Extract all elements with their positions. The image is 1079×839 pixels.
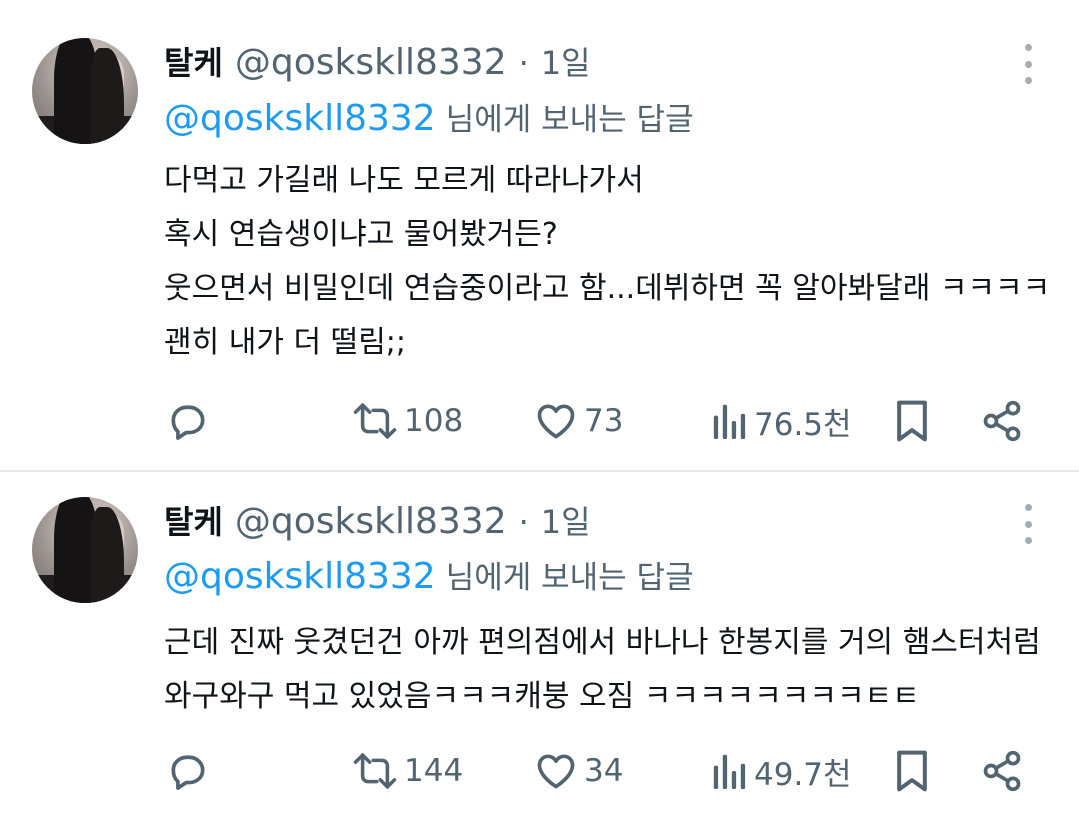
tweet-text-line: 웃으면서 비밀인데 연습중이라고 함...데뷔하면 꼭 알아봐달래 ㅋㅋㅋㅋ xyxy=(164,271,1051,306)
retweet-count: 144 xyxy=(404,753,464,789)
avatar[interactable] xyxy=(32,38,138,144)
like-count: 34 xyxy=(584,753,624,789)
more-vertical-icon[interactable] xyxy=(1018,504,1038,544)
share-icon xyxy=(983,400,1021,442)
tweet[interactable]: 탈케 @qoskskll8332 · 1일 @qoskskll8332 님에게 … xyxy=(0,474,1079,839)
reply-context-label: 님에게 보내는 답글 xyxy=(445,560,694,596)
reply-context: @qoskskll8332 님에게 보내는 답글 xyxy=(164,552,694,597)
heart-icon xyxy=(537,404,575,439)
more-vertical-icon[interactable] xyxy=(1018,44,1038,84)
action-bar: 144 34 49.7천 xyxy=(0,746,1079,796)
reply-context-label: 님에게 보내는 답글 xyxy=(445,102,694,138)
bookmark-icon xyxy=(897,750,927,792)
display-name[interactable]: 탈케 xyxy=(164,38,223,84)
view-count: 76.5천 xyxy=(754,406,852,443)
tweet-text-line: 와구와구 먹고 있었음ㅋㅋㅋ캐붕 오짐 ㅋㅋㅋㅋㅋㅋㅋㅋㅌㅌ xyxy=(164,679,920,714)
tweet-text: 다먹고 가길래 나도 모르게 따라나가서 혹시 연습생이냐고 물어봤거든? 웃으… xyxy=(164,154,1054,370)
tweet-text-line: 다먹고 가길래 나도 모르게 따라나가서 xyxy=(164,163,644,198)
separator: · xyxy=(518,503,529,541)
heart-icon xyxy=(537,754,575,789)
reply-icon xyxy=(171,755,205,790)
like-button[interactable]: 34 xyxy=(534,746,623,796)
bookmark-icon xyxy=(897,400,927,442)
retweet-button[interactable]: 108 xyxy=(352,396,463,446)
share-button[interactable] xyxy=(980,746,1024,796)
share-icon xyxy=(983,750,1021,792)
views-button[interactable]: 76.5천 xyxy=(712,396,852,446)
user-handle[interactable]: @qoskskll8332 xyxy=(235,42,507,83)
retweet-button[interactable]: 144 xyxy=(352,746,463,796)
avatar[interactable] xyxy=(32,497,138,603)
reply-button[interactable] xyxy=(166,396,210,446)
views-button[interactable]: 49.7천 xyxy=(712,746,852,796)
reply-button[interactable] xyxy=(166,746,210,796)
tweet-header: 탈케 @qoskskll8332 · 1일 xyxy=(164,38,591,83)
separator: · xyxy=(518,44,529,82)
view-count: 49.7천 xyxy=(754,756,852,793)
display-name[interactable]: 탈케 xyxy=(164,497,223,543)
views-icon xyxy=(713,754,746,789)
like-button[interactable]: 73 xyxy=(534,396,623,446)
reply-icon xyxy=(171,405,205,440)
retweet-count: 108 xyxy=(404,403,464,439)
action-bar: 108 73 76.5천 xyxy=(0,396,1079,446)
tweet-text-line: 혹시 연습생이냐고 물어봤거든? xyxy=(164,217,558,252)
bookmark-button[interactable] xyxy=(892,396,932,446)
tweet-header: 탈케 @qoskskll8332 · 1일 xyxy=(164,497,591,542)
user-handle[interactable]: @qoskskll8332 xyxy=(235,501,507,542)
reply-mention-link[interactable]: @qoskskll8332 xyxy=(164,98,436,139)
retweet-icon xyxy=(353,403,397,439)
like-count: 73 xyxy=(584,403,624,439)
bookmark-button[interactable] xyxy=(892,746,932,796)
timestamp[interactable]: 1일 xyxy=(541,38,591,84)
reply-mention-link[interactable]: @qoskskll8332 xyxy=(164,556,436,597)
tweet-text: 근데 진짜 웃겼던건 아까 편의점에서 바나나 한봉지를 거의 햄스터처럼 와구… xyxy=(164,616,1054,724)
tweet-text-line: 괜히 내가 더 떨림;; xyxy=(164,325,407,360)
tweet[interactable]: 탈케 @qoskskll8332 · 1일 @qoskskll8332 님에게 … xyxy=(0,0,1079,472)
retweet-icon xyxy=(353,753,397,789)
views-icon xyxy=(713,404,746,439)
tweet-text-line: 근데 진짜 웃겼던건 아까 편의점에서 바나나 한봉지를 거의 햄스터처럼 xyxy=(164,625,1041,660)
timestamp[interactable]: 1일 xyxy=(541,497,591,543)
share-button[interactable] xyxy=(980,396,1024,446)
reply-context: @qoskskll8332 님에게 보내는 답글 xyxy=(164,94,694,139)
